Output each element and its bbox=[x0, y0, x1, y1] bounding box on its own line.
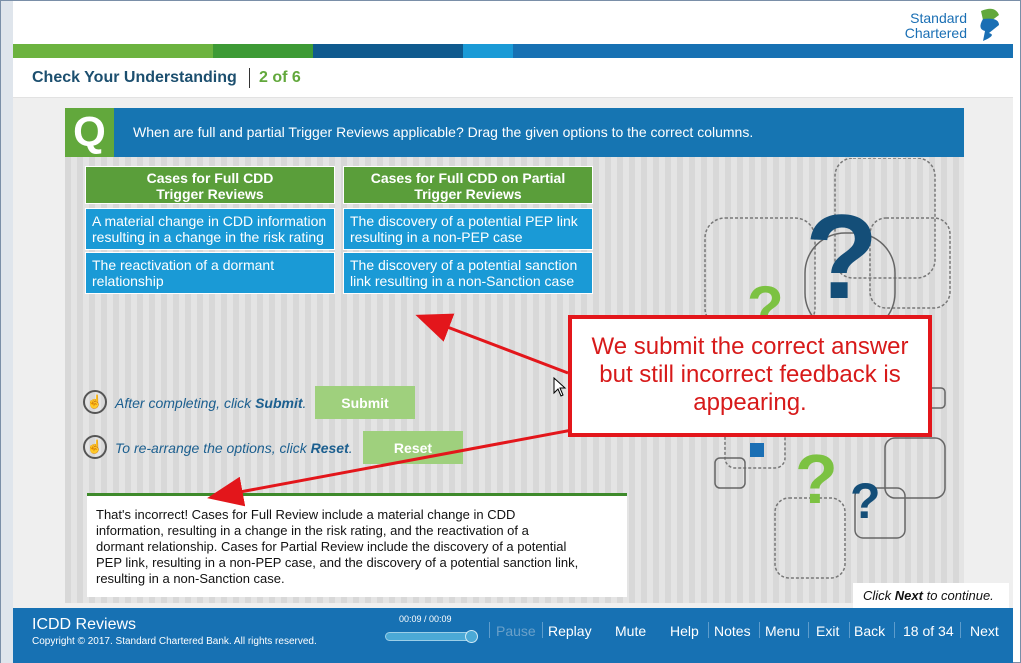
pause-button[interactable]: Pause bbox=[496, 623, 536, 639]
mouse-cursor-icon bbox=[553, 377, 567, 397]
continue-hint: Click Next to continue. bbox=[853, 583, 1009, 608]
course-title: ICDD Reviews bbox=[32, 616, 137, 633]
menu-button[interactable]: Menu bbox=[765, 623, 800, 639]
playback-time: 00:09 / 00:09 bbox=[399, 614, 452, 624]
playback-slider[interactable] bbox=[385, 632, 475, 641]
back-button[interactable]: Back bbox=[854, 623, 885, 639]
footer: ICDD Reviews Copyright © 2017. Standard … bbox=[13, 608, 1013, 663]
footer-divider bbox=[489, 622, 490, 638]
notes-button[interactable]: Notes bbox=[714, 623, 751, 639]
copyright: Copyright © 2017. Standard Chartered Ban… bbox=[32, 636, 317, 647]
page-counter: 18 of 34 bbox=[903, 623, 954, 639]
course-window: Standard Chartered Check Your Understand… bbox=[0, 0, 1021, 663]
replay-button[interactable]: Replay bbox=[548, 623, 592, 639]
mute-button[interactable]: Mute bbox=[615, 623, 646, 639]
playback-slider-knob[interactable] bbox=[465, 630, 478, 643]
exit-button[interactable]: Exit bbox=[816, 623, 839, 639]
help-button[interactable]: Help bbox=[670, 623, 699, 639]
next-button[interactable]: Next bbox=[970, 623, 999, 639]
annotation-callout: We submit the correct answer but still i… bbox=[568, 315, 932, 437]
